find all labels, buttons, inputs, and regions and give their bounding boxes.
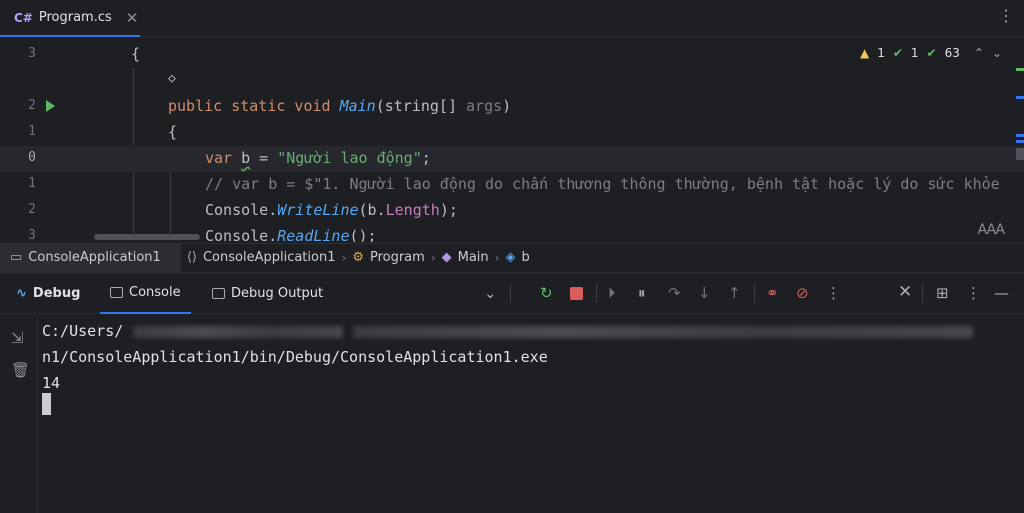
code-line: ◇ [0, 68, 1024, 94]
editor-tab-bar: C# Program.cs ✕ ⋮ [0, 0, 1024, 37]
resume-icon[interactable]: ⏵ [608, 284, 616, 302]
stripe-mark [1016, 68, 1024, 71]
breadcrumb-project[interactable]: ▭ ConsoleApplication1 [0, 243, 181, 272]
console-panel[interactable]: ⇲ 🗑 C:/Users/ n1/ConsoleApplication1/bin… [0, 315, 1024, 513]
minimize-icon[interactable]: — [994, 284, 1009, 302]
debug-icon: ∿ [16, 286, 27, 301]
tab-console[interactable]: Console [100, 273, 191, 314]
line-number: 2 [28, 202, 36, 217]
typo-icon: ✔ [926, 46, 937, 60]
breadcrumb-namespace[interactable]: ⟨⟩ ConsoleApplication1 [181, 250, 342, 265]
mute-breakpoints-icon[interactable]: ⊘ [796, 284, 809, 302]
code-comment: // var b = $"1. Người lao động do chấn t… [205, 175, 1000, 193]
soft-wrap-icon[interactable]: ⇲ [11, 329, 24, 347]
step-out-icon[interactable]: ↑ [728, 284, 741, 302]
redacted-text [353, 325, 974, 338]
more-vertical-icon[interactable]: ⋮ [966, 284, 981, 302]
breadcrumb-class[interactable]: ⚙ Program [346, 250, 431, 265]
project-icon: ▭ [10, 250, 23, 265]
check-icon: ✔ [892, 46, 903, 60]
toolbar-separator [922, 283, 923, 303]
view-breakpoints-icon[interactable]: ⚭ [766, 284, 779, 302]
redacted-text [133, 325, 344, 338]
layout-icon[interactable]: ⊞ [936, 284, 949, 302]
step-into-icon[interactable]: ↓ [698, 284, 711, 302]
line-number: 0 [28, 150, 36, 165]
warning-icon: ▲ [859, 46, 870, 60]
output-icon [212, 288, 225, 299]
method-icon: ◆ [441, 250, 452, 265]
breadcrumb-method[interactable]: ◆ Main [436, 250, 495, 265]
breadcrumb-variable[interactable]: ◈ b [499, 250, 535, 265]
code-text: var b = "Người lao động"; [205, 149, 431, 167]
chevron-down-icon[interactable]: ⌄ [992, 46, 1002, 60]
code-editor[interactable]: 3 { ◇ 2 public static void Main(string[]… [0, 38, 1024, 242]
namespace-icon: ⟨⟩ [186, 250, 197, 265]
horizontal-scrollbar[interactable] [94, 234, 200, 240]
weak-warning-count: 1 [910, 46, 919, 60]
close-icon[interactable]: ✕ [126, 9, 139, 27]
console-side-toolbar: ⇲ 🗑 [0, 315, 38, 513]
code-line: 2 public static void Main(string[] args) [0, 94, 1024, 120]
typo-count: 63 [944, 46, 960, 60]
console-output: C:/Users/ n1/ConsoleApplication1/bin/Deb… [42, 318, 974, 396]
reader-mode-icon[interactable]: AAA [977, 222, 1004, 238]
code-line-current: 0 var b = "Người lao động"; [0, 146, 1024, 172]
code-line: 1 { [0, 120, 1024, 146]
console-line: 14 [42, 374, 61, 392]
stripe-mark [1016, 134, 1024, 137]
chevron-down-icon[interactable]: ⌄ [484, 284, 497, 302]
line-number: 3 [28, 46, 36, 61]
tab-label: Program.cs [38, 10, 112, 25]
tab-program-cs[interactable]: C# Program.cs ✕ [0, 0, 140, 37]
console-icon [110, 287, 123, 298]
line-number: 3 [28, 228, 36, 242]
trash-icon[interactable]: 🗑 [11, 361, 30, 379]
code-line: 2 Console.WriteLine(b.Length); [0, 198, 1024, 224]
code-text: Console.WriteLine(b.Length); [205, 201, 458, 219]
close-icon[interactable]: ✕ [898, 282, 912, 302]
pause-icon[interactable]: ⏸ [638, 284, 646, 302]
inspection-widget[interactable]: ▲ 1 ✔ 1 ✔ 63 ⌃ ⌄ [860, 46, 1002, 60]
line-number: 1 [28, 176, 36, 191]
step-over-icon[interactable]: ↷ [668, 284, 681, 302]
more-vertical-icon[interactable]: ⋮ [998, 6, 1014, 26]
warning-count: 1 [877, 46, 885, 60]
line-number: 2 [28, 98, 36, 113]
code-vision-icon[interactable]: ◇ [168, 71, 176, 86]
csharp-file-icon: C# [14, 10, 33, 25]
line-number: 1 [28, 124, 36, 139]
more-vertical-icon[interactable]: ⋮ [826, 284, 841, 302]
error-stripe[interactable] [1016, 38, 1024, 242]
breadcrumb: ▭ ConsoleApplication1 ⟨⟩ ConsoleApplicat… [0, 243, 1024, 272]
tab-debug-output[interactable]: Debug Output [212, 273, 323, 314]
stripe-mark [1016, 96, 1024, 99]
toolbar-separator [510, 283, 511, 303]
run-gutter-icon[interactable] [46, 100, 55, 112]
code-text: public static void Main(string[] args) [168, 97, 512, 115]
code-text: { [131, 45, 141, 63]
scroll-thumb[interactable] [1016, 148, 1024, 160]
code-text: { [168, 123, 178, 141]
code-line: 1 // var b = $"1. Người lao động do chấn… [0, 172, 1024, 198]
class-icon: ⚙ [352, 250, 364, 265]
variable-icon: ◈ [505, 250, 516, 265]
rerun-icon[interactable]: ↻ [540, 284, 553, 302]
console-line: n1/ConsoleApplication1/bin/Debug/Console… [42, 348, 548, 366]
debug-tool-window-header: ∿ Debug Console Debug Output ⌄ ↻ ⏵ ⏸ ↷ ↓… [0, 272, 1024, 314]
toolbar-separator [754, 283, 755, 303]
code-text: Console.ReadLine(); [205, 227, 377, 242]
chevron-up-icon[interactable]: ⌃ [974, 46, 984, 60]
toolbar-separator [596, 283, 597, 303]
stripe-mark [1016, 140, 1024, 143]
stop-icon[interactable] [570, 287, 583, 300]
console-line: C:/Users/ [42, 322, 124, 340]
text-cursor [42, 393, 51, 415]
tool-window-title: ∿ Debug [16, 286, 81, 301]
